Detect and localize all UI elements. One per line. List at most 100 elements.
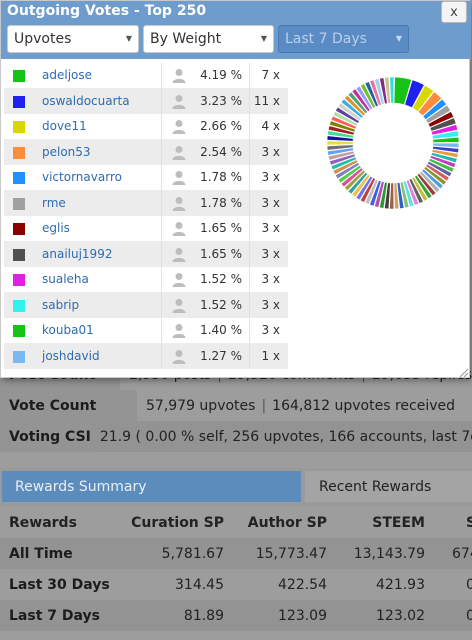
user-icon[interactable]: [172, 272, 186, 287]
user-icon[interactable]: [172, 247, 186, 262]
table-row: anailuj1992 1.65 % 3 x: [4, 241, 288, 267]
rewards-header-row: Rewards Curation SP Author SP STEEM S: [0, 507, 472, 538]
user-icon[interactable]: [172, 145, 186, 160]
vote-count-label: Vote Count: [0, 390, 137, 421]
vote-percentage: 1.78 %: [200, 170, 242, 185]
username-link[interactable]: victornavarro: [42, 170, 122, 184]
username-link[interactable]: sualeha: [42, 272, 89, 286]
table-row: Last 7 Days 81.89 123.09 123.02 0: [0, 600, 472, 631]
user-icon[interactable]: [172, 323, 186, 338]
vote-percentage: 1.65 %: [200, 221, 242, 236]
username-link[interactable]: kouba01: [42, 323, 94, 337]
header-steem: STEEM: [372, 514, 425, 531]
divider: [161, 318, 162, 343]
user-icon[interactable]: [172, 170, 186, 185]
resize-grip-icon[interactable]: [459, 368, 469, 377]
rewards-table: Rewards Curation SP Author SP STEEM S Al…: [0, 507, 472, 631]
header-author-sp: Author SP: [247, 514, 327, 531]
username-link[interactable]: joshdavid: [42, 349, 100, 363]
tab-rewards-summary[interactable]: Rewards Summary: [2, 471, 301, 502]
vote-count: 3 x: [261, 297, 280, 312]
color-swatch: [13, 197, 25, 210]
divider: [161, 114, 162, 139]
divider: [161, 190, 162, 215]
chevron-down-icon: ▼: [395, 34, 402, 43]
table-row: sualeha 1.52 % 3 x: [4, 267, 288, 293]
table-row: joshdavid 1.27 % 1 x: [4, 343, 288, 369]
close-button[interactable]: x: [441, 1, 467, 23]
color-swatch: [13, 172, 25, 184]
color-swatch: [13, 350, 25, 363]
vote-percentage: 1.40 %: [200, 323, 242, 338]
period-value: Last 7 Days: [285, 31, 367, 47]
upvotes-received-value: 164,812 upvotes received: [272, 397, 456, 414]
username-link[interactable]: sabrip: [42, 298, 79, 312]
header-curation-sp: Curation SP: [131, 514, 224, 531]
vote-count: 7 x: [261, 68, 280, 83]
table-row: kouba01 1.40 % 3 x: [4, 318, 288, 344]
color-swatch: [13, 95, 25, 108]
user-icon[interactable]: [172, 94, 186, 109]
username-link[interactable]: anailuj1992: [42, 247, 112, 261]
tab-recent-rewards[interactable]: Recent Rewards: [305, 471, 472, 502]
user-icon[interactable]: [172, 349, 186, 364]
donut-slice-other-39[interactable]: [326, 140, 354, 146]
outgoing-votes-dialog: Outgoing Votes - Top 250 x Upvotes ▼ By …: [0, 0, 471, 378]
username-link[interactable]: adeljose: [42, 68, 92, 82]
table-row: sabrip 1.52 % 3 x: [4, 292, 288, 318]
vote-count: 3 x: [261, 323, 280, 338]
username-link[interactable]: dove11: [42, 119, 87, 133]
user-icon[interactable]: [172, 68, 186, 83]
divider: [161, 216, 162, 241]
divider: [161, 267, 162, 292]
vote-count-row: Vote Count 57,979 upvotes | 164,812 upvo…: [0, 390, 472, 421]
divider: [161, 292, 162, 317]
vote-percentage: 2.66 %: [200, 119, 242, 134]
table-row: dove11 2.66 % 4 x: [4, 114, 288, 140]
vote-count: 3 x: [261, 221, 280, 236]
divider: [161, 139, 162, 164]
chevron-down-icon: ▼: [260, 34, 267, 43]
table-row: oswaldocuarta 3.23 % 11 x: [4, 88, 288, 114]
voting-csi-row: Voting CSI 21.9 ( 0.00 % self, 256 upvot…: [0, 421, 472, 452]
vote-count: 1 x: [261, 348, 280, 363]
user-icon[interactable]: [172, 298, 186, 313]
vote-percentage: 1.52 %: [200, 297, 242, 312]
vote-percentage: 3.23 %: [200, 93, 242, 108]
header-sbd: S: [466, 514, 472, 531]
upvotes-value: 57,979 upvotes: [146, 397, 256, 414]
username-link[interactable]: oswaldocuarta: [42, 94, 130, 108]
vote-percentage: 1.52 %: [200, 272, 242, 287]
votes-donut-chart: [326, 76, 460, 210]
user-icon[interactable]: [172, 221, 186, 236]
username-link[interactable]: eglis: [42, 221, 70, 235]
user-icon[interactable]: [172, 196, 186, 211]
vote-count: 3 x: [261, 170, 280, 185]
vote-count: 3 x: [261, 144, 280, 159]
divider: [161, 241, 162, 266]
username-link[interactable]: rme: [42, 196, 66, 210]
chevron-down-icon: ▼: [125, 34, 132, 43]
table-row: adeljose 4.19 % 7 x: [4, 63, 288, 89]
username-link[interactable]: pelon53: [42, 145, 91, 159]
table-row: All Time 5,781.67 15,773.47 13,143.79 67…: [0, 538, 472, 569]
vote-percentage: 1.78 %: [200, 195, 242, 210]
sort-select[interactable]: By Weight ▼: [143, 25, 274, 53]
votes-table: adeljose 4.19 % 7 x oswaldocuarta 3.23 % 11 x…: [4, 63, 288, 369]
header-rewards: Rewards: [9, 514, 77, 531]
color-swatch: [13, 146, 25, 159]
divider: [161, 88, 162, 113]
vote-count: 3 x: [261, 246, 280, 261]
table-row: Last 30 Days 314.45 422.54 421.93 0: [9, 576, 472, 593]
dialog-titlebar[interactable]: Outgoing Votes - Top 250 x Upvotes ▼ By …: [1, 1, 471, 59]
vote-percentage: 2.54 %: [200, 144, 242, 159]
vote-count: 11 x: [253, 93, 280, 108]
divider: [161, 165, 162, 190]
vote-type-select[interactable]: Upvotes ▼: [7, 25, 139, 53]
vote-percentage: 4.19 %: [200, 68, 242, 83]
vote-percentage: 1.27 %: [200, 348, 242, 363]
user-icon[interactable]: [172, 119, 186, 134]
color-swatch: [13, 248, 25, 261]
table-row: eglis 1.65 % 3 x: [4, 216, 288, 242]
period-select[interactable]: Last 7 Days ▼: [278, 25, 409, 53]
